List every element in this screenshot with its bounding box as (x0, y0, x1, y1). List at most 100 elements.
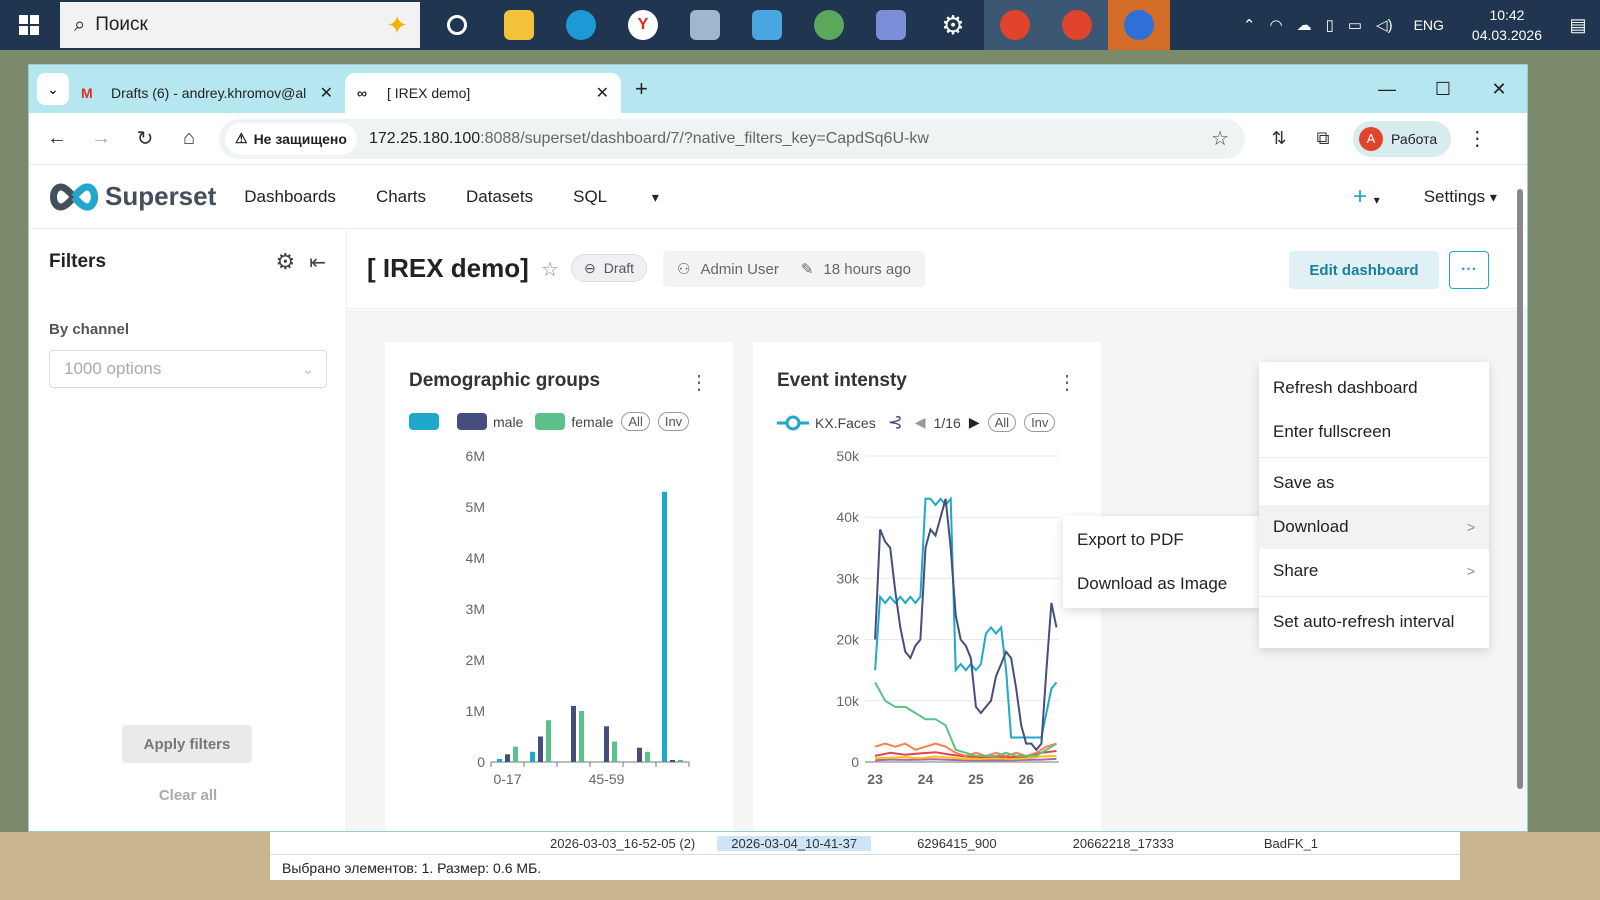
bar (497, 758, 502, 762)
url-host: 172.25.180.100 (368, 129, 481, 147)
y-tick-label: 2M (466, 652, 485, 668)
apply-filters-button[interactable]: Apply filters (122, 725, 252, 763)
page-scrollbar[interactable] (1515, 173, 1525, 829)
share-item-label: Share (1273, 561, 1319, 580)
superset-brand: Superset (105, 181, 217, 211)
add-new-icon[interactable]: + ▾ (1353, 183, 1380, 211)
taskbar-search[interactable]: ⌕ Поиск ✦ (60, 2, 420, 48)
volume-icon[interactable]: ◁) (1376, 16, 1393, 34)
app-icon-1[interactable] (674, 0, 736, 50)
refresh-dashboard-item[interactable]: Refresh dashboard (1259, 366, 1489, 410)
favorite-star-icon[interactable]: ☆ (541, 257, 559, 282)
nav-sql[interactable]: SQL ▾ (573, 187, 659, 207)
enter-fullscreen-item[interactable]: Enter fullscreen (1259, 410, 1489, 454)
settings-gear-icon[interactable]: ⚙ (922, 0, 984, 50)
status-badge[interactable]: ⊖ Draft (571, 254, 648, 282)
share-item[interactable]: Share > (1259, 549, 1489, 593)
filters-title: Filters (49, 251, 107, 272)
home-icon[interactable]: ⌂ (167, 127, 211, 150)
gear-icon[interactable]: ⚙ (276, 249, 296, 275)
close-tab-icon[interactable]: ✕ (320, 83, 333, 103)
browser-menu-icon[interactable]: ⋮ (1457, 126, 1497, 151)
chevron-right-icon: > (1466, 563, 1475, 579)
edge-browser-icon[interactable] (550, 0, 612, 50)
x-tick-label: 25 (968, 771, 984, 787)
tab-irex-demo[interactable]: ∞ [ IREX demo] ✕ (345, 73, 621, 113)
scrollbar-thumb[interactable] (1517, 189, 1523, 789)
forward-icon[interactable]: → (79, 127, 123, 150)
app-icon-3[interactable] (1108, 0, 1170, 50)
bar (612, 741, 617, 762)
chart-card-demographic: Demographic groups ⋮ male female All Inv… (385, 342, 733, 831)
bookmark-star-icon[interactable]: ☆ (1211, 126, 1229, 151)
chrome-icon[interactable] (984, 0, 1046, 50)
modified-time: 18 hours ago (823, 260, 911, 278)
superset-logo[interactable]: Superset (47, 181, 216, 212)
close-window-icon[interactable]: ✕ (1471, 65, 1527, 113)
explorer-file-row[interactable]: 2026-03-03_16-52-05 (2) 2026-03-04_10-41… (270, 832, 1460, 854)
auto-refresh-item[interactable]: Set auto-refresh interval (1259, 600, 1489, 644)
collapse-sidebar-icon[interactable]: ⇤ (309, 250, 326, 275)
language-indicator[interactable]: ENG (1414, 17, 1444, 33)
more-options-button[interactable]: ··· (1449, 251, 1489, 289)
snipping-tool-icon[interactable] (860, 0, 922, 50)
caret-down-icon: ▾ (651, 189, 659, 206)
download-as-image-item[interactable]: Download as Image (1063, 562, 1259, 606)
wifi-icon[interactable]: ◠ (1270, 16, 1283, 34)
globe-app-icon[interactable] (798, 0, 860, 50)
y-tick-label: 50k (836, 448, 860, 464)
reload-icon[interactable]: ↻ (123, 126, 167, 151)
explorer-cell: BadFK_1 (1263, 835, 1319, 851)
avatar: А (1359, 126, 1383, 151)
minimize-icon[interactable]: — (1359, 65, 1415, 113)
file-explorer-icon[interactable] (488, 0, 550, 50)
nav-datasets[interactable]: Datasets (466, 187, 533, 207)
settings-menu[interactable]: Settings ▾ (1424, 187, 1497, 207)
close-tab-icon[interactable]: ✕ (596, 83, 609, 103)
cloud-icon[interactable]: ☁ (1297, 16, 1312, 34)
maximize-icon[interactable]: ☐ (1415, 65, 1471, 113)
windows-start-button[interactable] (0, 0, 58, 50)
export-to-pdf-item[interactable]: Export to PDF (1063, 518, 1259, 562)
nav-sql-label: SQL (573, 186, 608, 206)
chevron-up-icon[interactable]: ⌃ (1243, 16, 1256, 34)
nav-dashboards[interactable]: Dashboards (244, 187, 336, 207)
task-view-icon[interactable] (426, 0, 488, 50)
clock[interactable]: 10:42 04.03.2026 (1472, 5, 1542, 45)
back-icon[interactable]: ← (35, 127, 79, 150)
yandex-browser-icon[interactable]: Y (612, 0, 674, 50)
bar (670, 759, 675, 762)
device-icon[interactable]: ▯ (1326, 16, 1334, 34)
profile-button[interactable]: А Работа (1353, 120, 1452, 157)
bar (678, 759, 683, 762)
download-item[interactable]: Download > (1259, 505, 1489, 549)
bar (546, 720, 551, 762)
channel-filter-select[interactable]: 1000 options ⌄ (49, 350, 327, 388)
x-tick-label: 23 (867, 771, 883, 787)
chrome-work-icon[interactable] (1046, 0, 1108, 50)
tab-search-button[interactable]: ⌄ (37, 73, 69, 105)
page-title[interactable]: [ IREX demo] (367, 253, 529, 284)
browser-toolbar: ← → ↻ ⌂ ⚠ Не защищено 172.25.180.100:808… (29, 113, 1527, 165)
filter-label: By channel (49, 321, 130, 338)
battery-icon[interactable]: ▭ (1348, 16, 1362, 34)
bar (513, 746, 518, 762)
security-chip[interactable]: ⚠ Не защищено (225, 122, 357, 155)
chevron-right-icon: > (1466, 519, 1475, 535)
translate-icon[interactable]: ⇅ (1257, 128, 1301, 149)
clear-all-button[interactable]: Clear all (29, 787, 347, 804)
dashboard-options-menu: Refresh dashboard Enter fullscreen Save … (1259, 362, 1489, 648)
nav-charts[interactable]: Charts (376, 187, 426, 207)
notifications-icon[interactable]: ▤ (1556, 15, 1600, 36)
tab-gmail[interactable]: M Drafts (6) - andrey.khromov@al ✕ (69, 73, 345, 113)
url-path: :8088/superset/dashboard/7/?native_filte… (480, 129, 929, 147)
address-bar[interactable]: ⚠ Не защищено 172.25.180.100:8088/supers… (219, 118, 1245, 159)
superset-logo-icon (50, 182, 98, 211)
edit-dashboard-button[interactable]: Edit dashboard (1289, 251, 1439, 289)
save-as-item[interactable]: Save as (1259, 461, 1489, 505)
new-tab-button[interactable]: + (635, 76, 648, 102)
bar (530, 751, 535, 762)
app-icon-2[interactable] (736, 0, 798, 50)
extensions-icon[interactable]: ⧉ (1301, 128, 1345, 149)
y-tick-label: 20k (836, 632, 860, 648)
